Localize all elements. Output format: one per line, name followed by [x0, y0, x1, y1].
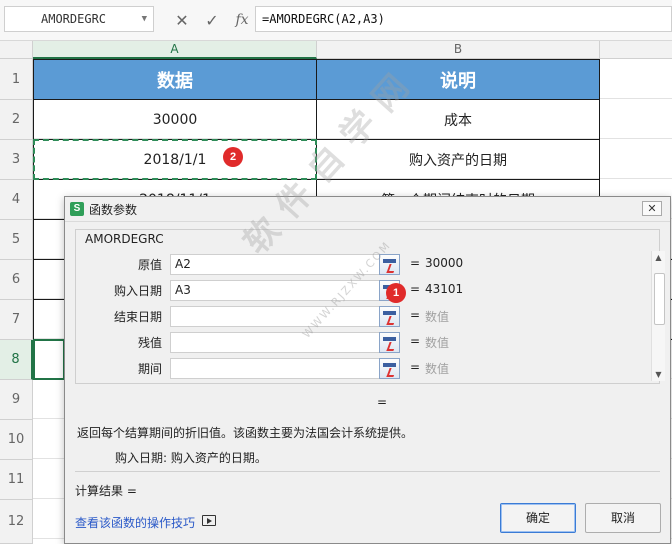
argument-input[interactable]: A3: [170, 280, 380, 301]
insert-function-icon[interactable]: fx: [232, 12, 252, 28]
active-cell[interactable]: [33, 339, 65, 380]
scrollbar-thumb[interactable]: [654, 273, 665, 325]
row-header[interactable]: 8: [0, 340, 33, 380]
formula-input[interactable]: =AMORDEGRC(A2,A3): [255, 6, 672, 32]
argument-value: 数值: [425, 362, 450, 376]
row-header[interactable]: 2: [0, 100, 33, 140]
argument-label: 期间: [137, 362, 162, 376]
table-header-cell[interactable]: 说明: [317, 59, 600, 100]
row-header[interactable]: 4: [0, 180, 33, 220]
row-header[interactable]: 3: [0, 140, 33, 180]
video-play-icon[interactable]: [202, 515, 216, 526]
argument-row: 期间 = 数值: [77, 356, 637, 382]
scroll-down-icon[interactable]: ▼: [652, 368, 665, 381]
table-cell[interactable]: [33, 220, 65, 260]
row-header[interactable]: 11: [0, 460, 33, 500]
equals-sign: =: [410, 282, 421, 296]
row-header[interactable]: 5: [0, 220, 33, 260]
row-header[interactable]: 1: [0, 59, 33, 100]
collapse-dialog-icon[interactable]: [379, 306, 400, 327]
divider: [75, 471, 660, 472]
arguments-scrollbar[interactable]: ▲ ▼: [651, 251, 665, 381]
table-cell[interactable]: [33, 260, 65, 300]
scroll-up-icon[interactable]: ▲: [652, 251, 665, 264]
function-description: 返回每个结算期间的折旧值。该函数主要为法国会计系统提供。: [77, 426, 414, 440]
argument-input[interactable]: A2: [170, 254, 380, 275]
column-header-c[interactable]: [600, 41, 672, 59]
step-badge-2: 2: [223, 147, 243, 167]
table-cell[interactable]: 购入资产的日期: [317, 140, 600, 180]
argument-input[interactable]: [170, 332, 380, 353]
ok-button[interactable]: 确定: [500, 503, 576, 533]
close-button[interactable]: ✕: [642, 201, 662, 216]
formula-bar: AMORDEGRC ▼ ✕ ✓ fx =AMORDEGRC(A2,A3): [0, 0, 672, 41]
function-arguments-dialog: S 函数参数 ✕ AMORDEGRC 原值 A2 = 30000 购入日期 A3…: [64, 196, 671, 544]
cancel-button[interactable]: 取消: [585, 503, 661, 533]
column-header-a[interactable]: A: [33, 41, 317, 59]
argument-input[interactable]: [170, 358, 380, 379]
equals-sign: =: [410, 256, 421, 270]
equals-sign: =: [410, 334, 421, 348]
wps-logo-icon: S: [70, 202, 84, 216]
chevron-down-icon[interactable]: ▼: [142, 7, 147, 31]
equals-sign: =: [410, 308, 421, 322]
cancel-icon[interactable]: ✕: [172, 11, 192, 30]
argument-row: 结束日期 = 数值: [77, 304, 637, 330]
arguments-list: 原值 A2 = 30000 购入日期 A3 = 43101 结束日期 = 数值 …: [77, 247, 665, 382]
row-header[interactable]: 7: [0, 300, 33, 340]
function-tips-link[interactable]: 查看该函数的操作技巧: [75, 514, 195, 531]
argument-value: 数值: [425, 336, 450, 350]
argument-row: 原值 A2 = 30000: [77, 252, 637, 278]
collapse-dialog-icon[interactable]: [379, 332, 400, 353]
function-name: AMORDEGRC: [83, 232, 166, 246]
argument-row: 残值 = 数值: [77, 330, 637, 356]
row-header[interactable]: 12: [0, 500, 33, 544]
argument-row: 购入日期 A3 = 43101: [77, 278, 637, 304]
argument-label: 购入日期: [113, 284, 162, 298]
column-header-b[interactable]: B: [317, 41, 600, 59]
argument-value: 30000: [425, 256, 464, 270]
table-cell[interactable]: 成本: [317, 100, 600, 140]
argument-description: 购入日期: 购入资产的日期。: [115, 451, 267, 465]
dialog-titlebar[interactable]: S 函数参数 ✕: [65, 197, 670, 222]
row-header[interactable]: 10: [0, 420, 33, 460]
table-cell[interactable]: 30000: [33, 100, 317, 140]
step-badge-1: 1: [386, 283, 406, 303]
argument-input[interactable]: [170, 306, 380, 327]
table-cell[interactable]: [33, 300, 65, 340]
argument-label: 残值: [137, 336, 162, 350]
confirm-icon[interactable]: ✓: [202, 11, 222, 30]
argument-label: 原值: [137, 258, 162, 272]
table-header-cell[interactable]: 数据: [33, 59, 317, 100]
name-box[interactable]: AMORDEGRC ▼: [4, 6, 154, 32]
collapse-dialog-icon[interactable]: [379, 358, 400, 379]
argument-label: 结束日期: [113, 310, 162, 324]
argument-value: 43101: [425, 282, 464, 296]
dialog-title: 函数参数: [89, 203, 138, 217]
argument-value: 数值: [425, 310, 450, 324]
select-all-corner[interactable]: [0, 41, 33, 59]
row-header[interactable]: 6: [0, 260, 33, 300]
formula-buttons: ✕ ✓ fx: [172, 8, 252, 32]
equals-sign: =: [410, 360, 421, 374]
row-header[interactable]: 9: [0, 380, 33, 420]
collapse-dialog-icon[interactable]: [379, 254, 400, 275]
copy-marquee: [33, 139, 317, 180]
calculation-result: 计算结果 =: [75, 484, 137, 498]
formula-result-equals: =: [377, 395, 388, 409]
name-box-value: AMORDEGRC: [41, 12, 107, 26]
